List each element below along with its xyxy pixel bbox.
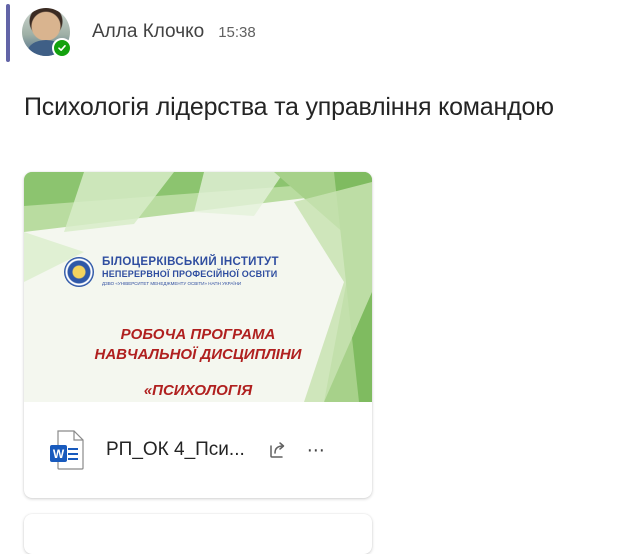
file-name[interactable]: РП_ОК 4_Пси... xyxy=(106,439,245,461)
svg-text:W: W xyxy=(53,447,65,461)
document-title-line1: РОБОЧА ПРОГРАМА xyxy=(120,326,276,343)
institution-name: БІЛОЦЕРКІВСЬКИЙ ІНСТИТУТ xyxy=(102,256,279,268)
presence-available-icon xyxy=(52,38,72,58)
next-attachment-card[interactable] xyxy=(24,514,372,554)
post-title: Психологія лідерства та управління коман… xyxy=(24,93,554,121)
post-header: Алла Клочко 15:38 xyxy=(22,6,256,58)
unread-accent-bar xyxy=(6,4,10,62)
file-info-row: W РП_ОК 4_Пси... ⋯ xyxy=(24,402,372,498)
institution-logo xyxy=(64,256,94,287)
file-attachment-card[interactable]: БІЛОЦЕРКІВСЬКИЙ ІНСТИТУТ НЕПЕРЕРВНОЇ ПРО… xyxy=(24,172,372,498)
document-title-line2: НАВЧАЛЬНОЇ ДИСЦИПЛІНИ xyxy=(94,346,302,363)
preview-background-shapes xyxy=(24,172,372,402)
word-icon: W xyxy=(50,430,84,470)
avatar[interactable] xyxy=(22,8,72,58)
institution-affiliation: ДЗВО «УНІВЕРСИТЕТ МЕНЕДЖМЕНТУ ОСВІТИ» НА… xyxy=(102,281,242,286)
share-icon[interactable] xyxy=(265,438,289,462)
institution-subname: НЕПЕРЕРВНОЇ ПРОФЕСІЙНОЇ ОСВІТИ xyxy=(102,269,278,279)
author-name[interactable]: Алла Клочко xyxy=(92,21,204,43)
institution-header: БІЛОЦЕРКІВСЬКИЙ ІНСТИТУТ НЕПЕРЕРВНОЇ ПРО… xyxy=(64,256,279,287)
more-options-icon[interactable]: ⋯ xyxy=(307,441,326,459)
document-preview[interactable]: БІЛОЦЕРКІВСЬКИЙ ІНСТИТУТ НЕПЕРЕРВНОЇ ПРО… xyxy=(24,172,372,402)
document-title-line3: «ПСИХОЛОГІЯ xyxy=(143,382,253,399)
post-timestamp: 15:38 xyxy=(218,23,256,41)
